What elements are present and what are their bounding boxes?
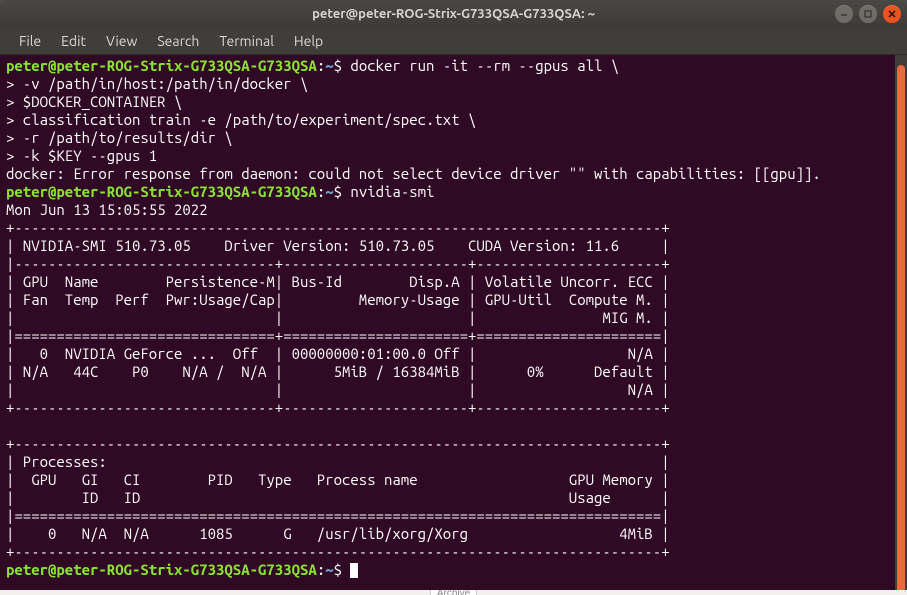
cmd-line: > -k $KEY --gpus 1	[6, 147, 157, 164]
prompt-dollar: $	[334, 183, 342, 200]
smi-line: | 0 N/A N/A 1085 G /usr/lib/xorg/Xorg 4M…	[6, 525, 670, 542]
prompt-dollar: $	[334, 57, 342, 74]
smi-line: | N/A 44C P0 N/A / N/A | 5MiB / 16384MiB…	[6, 363, 670, 380]
terminal-wrap: peter@peter-ROG-Strix-G733QSA-G733QSA:~$…	[0, 55, 907, 590]
prompt-path: ~	[325, 183, 333, 200]
footer-tab: Archive	[430, 590, 477, 595]
prompt-dollar: $	[334, 561, 342, 578]
close-icon	[887, 9, 897, 19]
smi-line: | ID ID Usage |	[6, 489, 670, 506]
window-controls	[835, 5, 901, 23]
smi-line: | | | N/A |	[6, 381, 670, 398]
prompt-path: ~	[325, 57, 333, 74]
smi-line: | Fan Temp Perf Pwr:Usage/Cap| Memory-Us…	[6, 291, 670, 308]
cmd-line: > -v /path/in/host:/path/in/docker \	[6, 75, 308, 92]
smi-line: +---------------------------------------…	[6, 435, 670, 452]
close-button[interactable]	[883, 5, 901, 23]
prompt-host: peter@peter-ROG-Strix-G733QSA-G733QSA	[6, 57, 317, 74]
window-title: peter@peter-ROG-Strix-G733QSA-G733QSA: ~	[0, 7, 907, 21]
smi-line	[6, 417, 670, 434]
smi-line: |=======================================…	[6, 507, 670, 524]
menu-terminal[interactable]: Terminal	[210, 30, 283, 52]
footer-strip: Archive	[0, 590, 907, 595]
smi-line: | | | MIG M. |	[6, 309, 670, 326]
minimize-button[interactable]	[835, 5, 853, 23]
smi-line: | 0 NVIDIA GeForce ... Off | 00000000:01…	[6, 345, 670, 362]
prompt-host: peter@peter-ROG-Strix-G733QSA-G733QSA	[6, 561, 317, 578]
menu-file[interactable]: File	[10, 30, 50, 52]
prompt-sep: :	[317, 183, 325, 200]
prompt-path: ~	[325, 561, 333, 578]
prompt-sep: :	[317, 57, 325, 74]
maximize-button[interactable]	[859, 5, 877, 23]
smi-line: |-------------------------------+-------…	[6, 255, 670, 272]
smi-line: |===============================+=======…	[6, 327, 670, 344]
scrollbar[interactable]	[895, 55, 907, 590]
smi-line: +---------------------------------------…	[6, 543, 670, 560]
maximize-icon	[863, 9, 873, 19]
cmd-line: > classification train -e /path/to/exper…	[6, 111, 476, 128]
cmd-line: nvidia-smi	[342, 183, 434, 200]
scrollbar-thumb[interactable]	[897, 65, 905, 590]
error-line: docker: Error response from daemon: coul…	[6, 165, 821, 182]
menu-edit[interactable]: Edit	[52, 30, 95, 52]
terminal[interactable]: peter@peter-ROG-Strix-G733QSA-G733QSA:~$…	[0, 55, 895, 590]
menu-help[interactable]: Help	[285, 30, 332, 52]
menubar: File Edit View Search Terminal Help	[0, 28, 907, 55]
cmd-line: docker run -it --rm --gpus all \	[342, 57, 619, 74]
cmd-line: > $DOCKER_CONTAINER \	[6, 93, 182, 110]
prompt-host: peter@peter-ROG-Strix-G733QSA-G733QSA	[6, 183, 317, 200]
prompt-sep: :	[317, 561, 325, 578]
smi-line: Mon Jun 13 15:05:55 2022	[6, 201, 266, 218]
smi-line: +-------------------------------+-------…	[6, 399, 670, 416]
smi-line: +---------------------------------------…	[6, 219, 670, 236]
smi-line: | GPU Name Persistence-M| Bus-Id Disp.A …	[6, 273, 670, 290]
titlebar: peter@peter-ROG-Strix-G733QSA-G733QSA: ~	[0, 0, 907, 28]
smi-line: | GPU GI CI PID Type Process name GPU Me…	[6, 471, 670, 488]
smi-line: | Processes: |	[6, 453, 670, 470]
cursor	[350, 563, 358, 578]
cmd-line: > -r /path/to/results/dir \	[6, 129, 233, 146]
menu-search[interactable]: Search	[148, 30, 208, 52]
smi-line: | NVIDIA-SMI 510.73.05 Driver Version: 5…	[6, 237, 670, 254]
minimize-icon	[839, 9, 849, 19]
menu-view[interactable]: View	[97, 30, 146, 52]
